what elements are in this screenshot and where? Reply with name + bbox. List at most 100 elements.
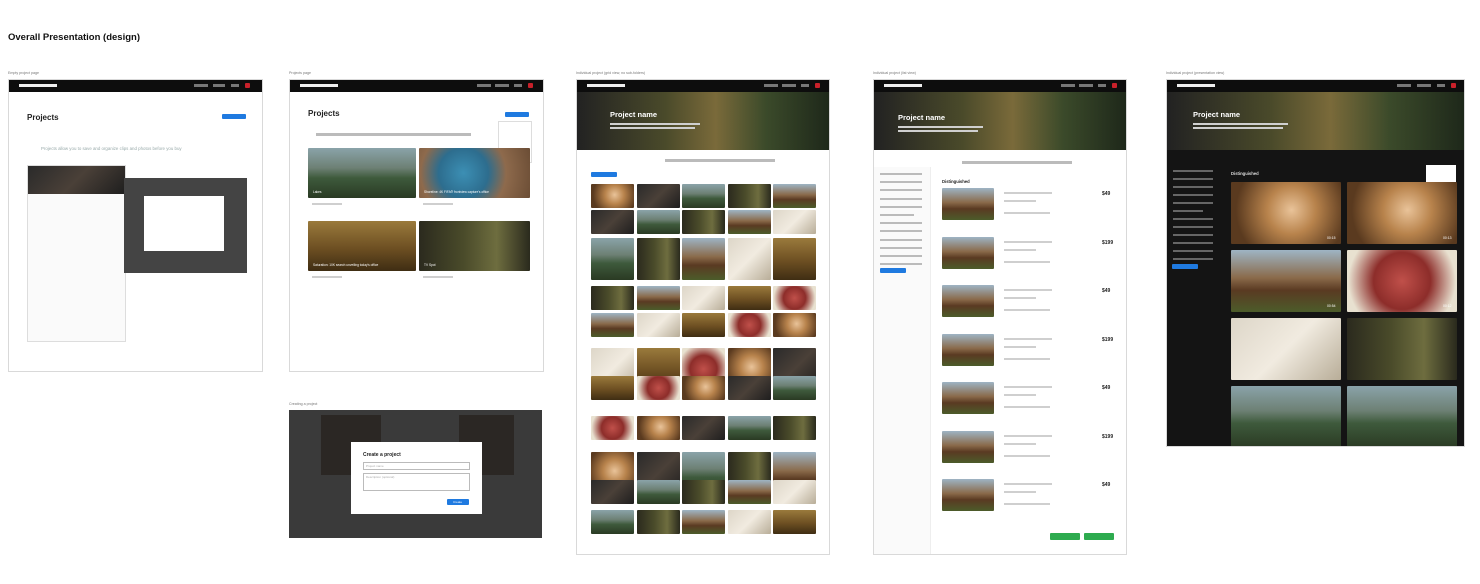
project-name-input[interactable]: Project name [363,462,470,470]
clip-thumbnail[interactable] [727,286,771,310]
folder-item[interactable] [880,173,922,175]
clip-thumbnail[interactable] [591,184,634,208]
project-description-input[interactable]: Description (optional) [363,473,470,491]
folder-item[interactable] [1173,194,1213,196]
nav-link[interactable] [231,84,239,87]
folder-item[interactable] [880,222,922,225]
clip-thumbnail[interactable] [773,286,816,310]
clip-thumbnail[interactable] [636,286,680,310]
cart-icon[interactable] [1112,83,1117,88]
folder-item[interactable] [880,255,922,257]
folder-item[interactable] [880,246,922,249]
folder-item[interactable] [1173,226,1213,228]
clip-thumbnail[interactable] [682,286,725,310]
project-card-image[interactable] [308,148,416,198]
clip-thumbnail[interactable] [591,286,634,310]
clip-thumbnail[interactable] [942,382,994,414]
clip-thumbnail[interactable] [636,510,680,534]
nav-link[interactable] [1079,84,1093,87]
view-tabs[interactable] [962,161,1072,164]
folder-item[interactable] [880,189,922,192]
nav-link[interactable] [782,84,796,87]
folder-item[interactable] [1173,250,1213,252]
new-folder-button[interactable] [1172,264,1198,269]
clip-thumbnail[interactable] [636,210,680,234]
clip-thumbnail[interactable] [682,376,725,400]
nav-link[interactable] [213,84,225,87]
clip-thumbnail[interactable] [591,480,634,504]
folder-item[interactable] [1173,170,1213,172]
folder-item[interactable] [1173,234,1213,236]
add-to-cart-button[interactable] [591,172,617,177]
clip-thumbnail[interactable] [682,238,725,280]
folder-item[interactable] [880,197,922,200]
nav-link[interactable] [1437,84,1445,87]
new-project-button[interactable] [222,114,246,119]
new-project-button[interactable] [505,112,529,117]
download-comps-button[interactable] [1050,533,1080,540]
clip-thumbnail[interactable] [591,313,634,337]
create-button[interactable]: Create [447,499,469,505]
folder-item[interactable] [880,263,922,266]
clip-thumbnail[interactable] [636,480,680,504]
clip-thumbnail[interactable] [682,416,725,440]
clip-thumbnail[interactable] [727,376,771,400]
nav-link[interactable] [1098,84,1106,87]
clip-thumbnail[interactable] [773,376,816,400]
folder-item[interactable] [880,181,922,184]
filter-tabs[interactable] [316,133,471,136]
nav-link[interactable] [801,84,809,87]
clip-thumbnail[interactable] [727,510,771,534]
clip-thumbnail[interactable] [1347,318,1457,380]
clip-thumbnail[interactable] [942,479,994,511]
clip-thumbnail[interactable] [727,238,771,280]
new-folder-button[interactable] [880,268,906,273]
clip-thumbnail[interactable] [636,376,680,400]
cart-icon[interactable] [815,83,820,88]
nav-link[interactable] [1397,84,1411,87]
clip-thumbnail[interactable] [773,480,816,504]
folder-item[interactable] [1173,258,1213,260]
nav-link[interactable] [495,84,509,87]
nav-link[interactable] [194,84,208,87]
folder-item[interactable] [1173,178,1213,180]
clip-thumbnail[interactable] [727,416,771,440]
clip-thumbnail[interactable] [773,184,816,208]
folder-item[interactable] [880,238,922,241]
clip-thumbnail[interactable] [591,376,634,400]
clip-thumbnail[interactable] [727,210,771,234]
clip-thumbnail[interactable] [942,430,994,463]
folder-item[interactable] [1173,210,1203,212]
clip-thumbnail[interactable] [1347,182,1457,244]
folder-item[interactable] [1173,202,1213,204]
clip-thumbnail[interactable] [682,510,725,534]
clip-thumbnail[interactable] [773,238,816,280]
clip-thumbnail[interactable] [773,416,816,440]
clip-thumbnail[interactable] [682,210,725,234]
nav-link[interactable] [1061,84,1075,87]
clip-thumbnail[interactable] [773,313,816,337]
nav-link[interactable] [477,84,491,87]
clip-thumbnail[interactable] [942,285,994,317]
folder-item[interactable] [1173,218,1213,220]
clip-thumbnail[interactable] [682,313,725,337]
clip-thumbnail[interactable] [591,510,634,534]
folder-item[interactable] [880,214,914,216]
view-tabs[interactable] [665,159,775,162]
clip-thumbnail[interactable] [1231,318,1341,380]
nav-link[interactable] [514,84,522,87]
folder-item[interactable] [1173,242,1213,244]
clip-thumbnail[interactable] [636,313,680,337]
clip-thumbnail[interactable] [1231,386,1341,446]
clip-thumbnail[interactable] [682,480,725,504]
clip-thumbnail[interactable] [1231,250,1341,312]
cart-icon[interactable] [1451,83,1456,88]
clip-thumbnail[interactable] [682,184,725,208]
cart-icon[interactable] [245,83,250,88]
nav-link[interactable] [1417,84,1431,87]
clip-thumbnail[interactable] [773,510,816,534]
clip-thumbnail[interactable] [1347,250,1457,312]
clip-thumbnail[interactable] [727,184,771,208]
clip-thumbnail[interactable] [636,416,680,440]
nav-link[interactable] [764,84,778,87]
